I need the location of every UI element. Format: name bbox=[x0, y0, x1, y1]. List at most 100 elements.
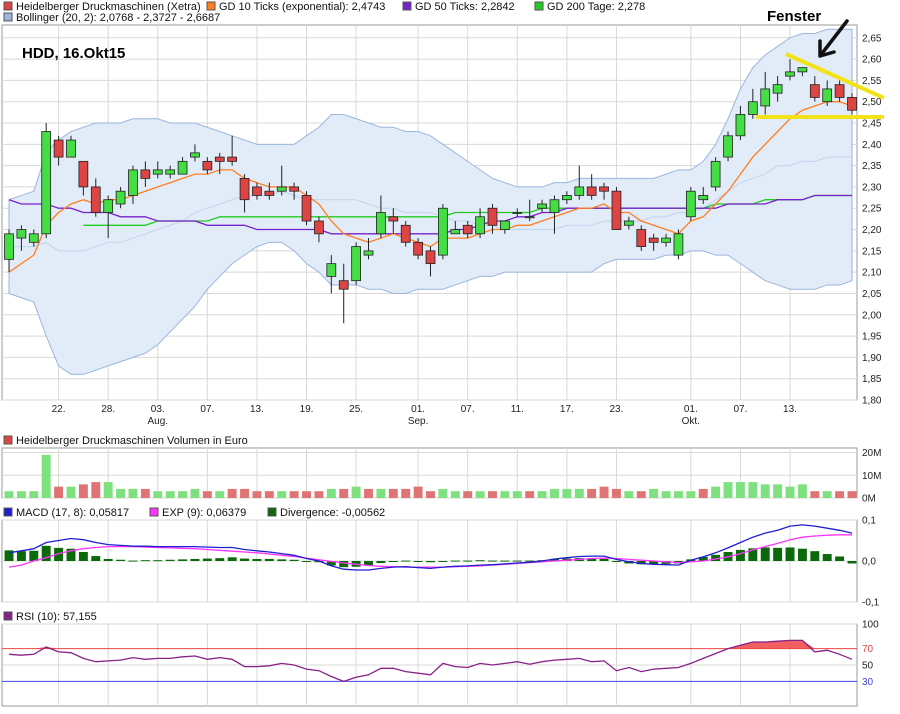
candle-body bbox=[785, 71, 795, 77]
date-tick-label: 01. bbox=[411, 404, 425, 415]
candle-body bbox=[264, 190, 275, 196]
volume-bar bbox=[797, 484, 807, 498]
volume-bar bbox=[636, 491, 646, 498]
volume-bar bbox=[723, 482, 733, 498]
volume-bar bbox=[91, 482, 101, 498]
rsi-tick-label: 70 bbox=[862, 644, 874, 655]
price-tick-label: 1,85 bbox=[862, 374, 882, 385]
volume-bar bbox=[41, 454, 51, 498]
legend-label-4: Bollinger (20, 2): 2,0768 - 2,3727 - 2,6… bbox=[16, 12, 220, 24]
price-tick-label: 2,15 bbox=[862, 246, 882, 257]
price-tick-label: 2,40 bbox=[862, 140, 882, 151]
candle-body bbox=[165, 169, 176, 175]
date-tick-label: 07. bbox=[733, 404, 747, 415]
volume-bar bbox=[326, 488, 336, 498]
volume-bar bbox=[525, 491, 535, 498]
candle-body bbox=[549, 199, 560, 213]
candle-body bbox=[562, 195, 572, 201]
candle-body bbox=[53, 139, 64, 158]
chart-title-text: HDD, 16.Okt15 bbox=[22, 45, 125, 62]
volume-bar bbox=[202, 491, 212, 498]
price-tick-label: 2,55 bbox=[862, 76, 882, 87]
month-tick-label: Aug. bbox=[147, 416, 168, 427]
macd-tick-label: 0,0 bbox=[862, 557, 876, 568]
rsi-legend-label: RSI (10): 57,155 bbox=[16, 611, 97, 623]
divergence-bar bbox=[797, 548, 807, 561]
volume-bar bbox=[264, 491, 274, 498]
legend-square-icon bbox=[534, 1, 544, 11]
volume-bar bbox=[388, 488, 398, 498]
price-tick-label: 2,20 bbox=[862, 225, 882, 236]
macd-legend: MACD (17, 8): 0,05817 EXP (9): 0,06379 Div… bbox=[3, 507, 385, 519]
price-tick-label: 2,30 bbox=[862, 182, 882, 193]
macd-tick-label: 0,1 bbox=[862, 516, 876, 527]
candle-body bbox=[413, 241, 423, 256]
candle-body bbox=[500, 220, 510, 230]
rsi-tick-label: 50 bbox=[862, 661, 874, 672]
candle-body bbox=[140, 169, 151, 179]
volume-legend-square-icon bbox=[3, 435, 13, 445]
rsi-tick-label: 100 bbox=[862, 620, 879, 631]
candle-body bbox=[388, 216, 399, 222]
macd-tick-label: -0,1 bbox=[862, 598, 880, 609]
month-tick-label: Okt. bbox=[682, 416, 700, 427]
macd-panel: MACD (17, 8): 0,05817 EXP (9): 0,06379 Div… bbox=[1, 507, 880, 609]
volume-bar bbox=[252, 491, 262, 498]
candle-body bbox=[710, 160, 721, 188]
candle-body bbox=[425, 250, 436, 265]
volume-bar bbox=[463, 491, 473, 498]
divergence-bar bbox=[215, 558, 225, 561]
divergence-bar bbox=[178, 559, 188, 561]
volume-bar bbox=[215, 491, 225, 498]
volume-panel: Heidelberger Druckmaschinen Volumen in E… bbox=[1, 435, 881, 505]
divergence-bar bbox=[78, 551, 88, 561]
divergence-bar bbox=[165, 559, 175, 561]
date-tick-label: 13. bbox=[783, 404, 797, 415]
volume-bar bbox=[78, 484, 88, 498]
legend-square-icon bbox=[3, 1, 13, 11]
volume-bar bbox=[587, 488, 597, 498]
divergence-bar bbox=[450, 560, 460, 562]
divergence-bar bbox=[103, 558, 113, 561]
rsi-axis-ticks: 100 70 50 30 bbox=[862, 620, 879, 688]
divergence-bar bbox=[426, 561, 435, 563]
volume-bar bbox=[426, 491, 435, 498]
date-tick-label: 07. bbox=[200, 404, 214, 415]
divergence-bar bbox=[810, 551, 820, 561]
divergence-bar bbox=[140, 560, 150, 562]
candle-body bbox=[190, 152, 200, 158]
divergence-bar bbox=[29, 550, 39, 561]
divergence-bar bbox=[401, 560, 411, 562]
macd-legend-label-0: MACD (17, 8): 0,05817 bbox=[16, 507, 129, 519]
price-tick-label: 1,90 bbox=[862, 353, 882, 364]
candle-body bbox=[214, 156, 225, 162]
price-tick-label: 2,00 bbox=[862, 310, 882, 321]
divergence-bar bbox=[240, 558, 250, 561]
candle-body bbox=[822, 88, 833, 103]
rsi-legend-square-icon bbox=[3, 611, 13, 621]
divergence-bar bbox=[116, 559, 126, 561]
candle-body bbox=[438, 207, 448, 256]
macd-legend-label-1: EXP (9): 0,06379 bbox=[162, 507, 246, 519]
divergence-bar bbox=[599, 558, 609, 561]
volume-bar bbox=[624, 491, 634, 498]
candle-body bbox=[376, 212, 386, 235]
candle-body bbox=[586, 186, 597, 196]
candle-body bbox=[747, 101, 758, 115]
candle-body bbox=[636, 229, 647, 247]
candle-body bbox=[202, 160, 213, 171]
divergence-bar bbox=[773, 547, 783, 561]
volume-bar bbox=[190, 488, 200, 498]
candle-body bbox=[847, 97, 857, 111]
volume-bar bbox=[686, 491, 696, 498]
divergence-bar bbox=[785, 547, 795, 561]
macd-axis-ticks: 0,1 0,0 -0,1 bbox=[862, 516, 880, 609]
candle-body bbox=[4, 233, 14, 260]
divergence-bar bbox=[488, 560, 497, 562]
candle-body bbox=[326, 263, 337, 277]
volume-legend-label: Heidelberger Druckmaschinen Volumen in E… bbox=[16, 435, 248, 447]
volume-bar bbox=[810, 491, 820, 498]
rsi-tick-label: 30 bbox=[862, 677, 874, 688]
legend-label-1: GD 10 Ticks (exponential): 2,4743 bbox=[219, 1, 385, 13]
volume-bar bbox=[339, 488, 349, 498]
